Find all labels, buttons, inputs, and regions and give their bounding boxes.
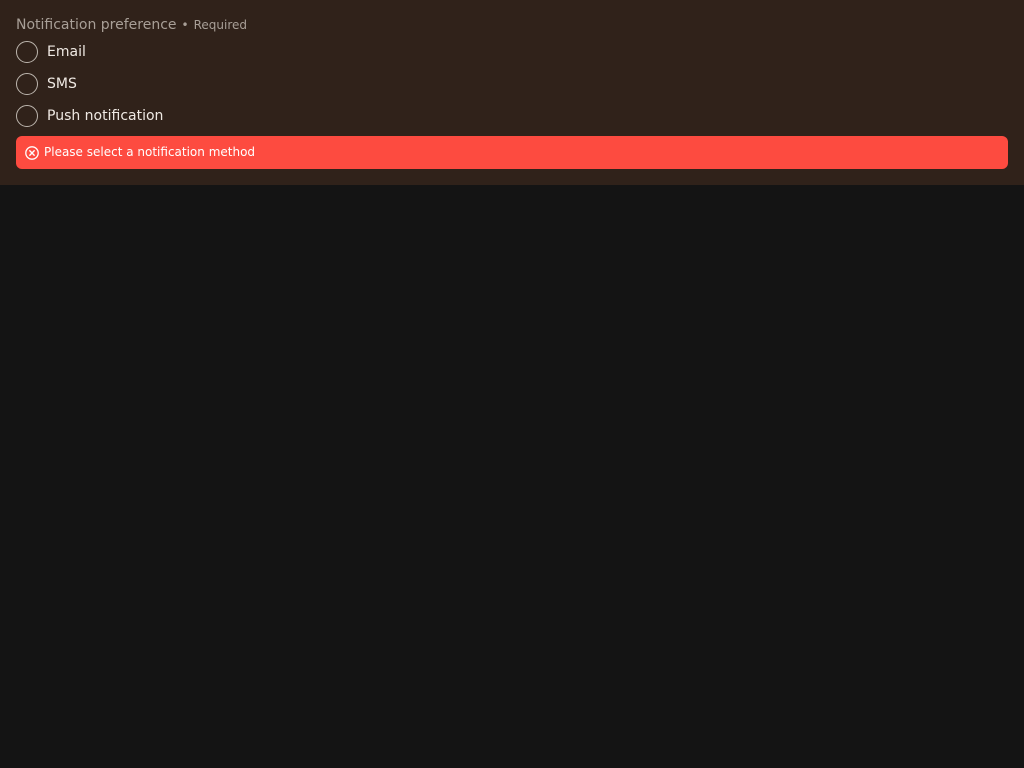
error-circle-x-icon bbox=[25, 145, 39, 160]
radio-label-sms[interactable]: SMS bbox=[47, 76, 77, 92]
field-legend: Notification preference • Required bbox=[16, 17, 247, 35]
radio-option-email[interactable]: Email bbox=[16, 40, 86, 64]
radio-label-push[interactable]: Push notification bbox=[47, 108, 163, 124]
radio-button-email[interactable] bbox=[16, 41, 38, 63]
radio-option-push[interactable]: Push notification bbox=[16, 104, 163, 128]
notification-preference-panel: Notification preference • Required Email… bbox=[0, 0, 1024, 185]
error-message: Please select a notification method bbox=[44, 144, 256, 159]
radio-button-push[interactable] bbox=[16, 105, 38, 127]
radio-option-sms[interactable]: SMS bbox=[16, 72, 77, 96]
required-indicator: Required bbox=[193, 18, 248, 32]
required-separator: • bbox=[181, 18, 189, 32]
field-label: Notification preference bbox=[16, 17, 177, 33]
validation-error-banner: Please select a notification method bbox=[16, 136, 1008, 169]
radio-label-email[interactable]: Email bbox=[47, 44, 86, 60]
radio-button-sms[interactable] bbox=[16, 73, 38, 95]
